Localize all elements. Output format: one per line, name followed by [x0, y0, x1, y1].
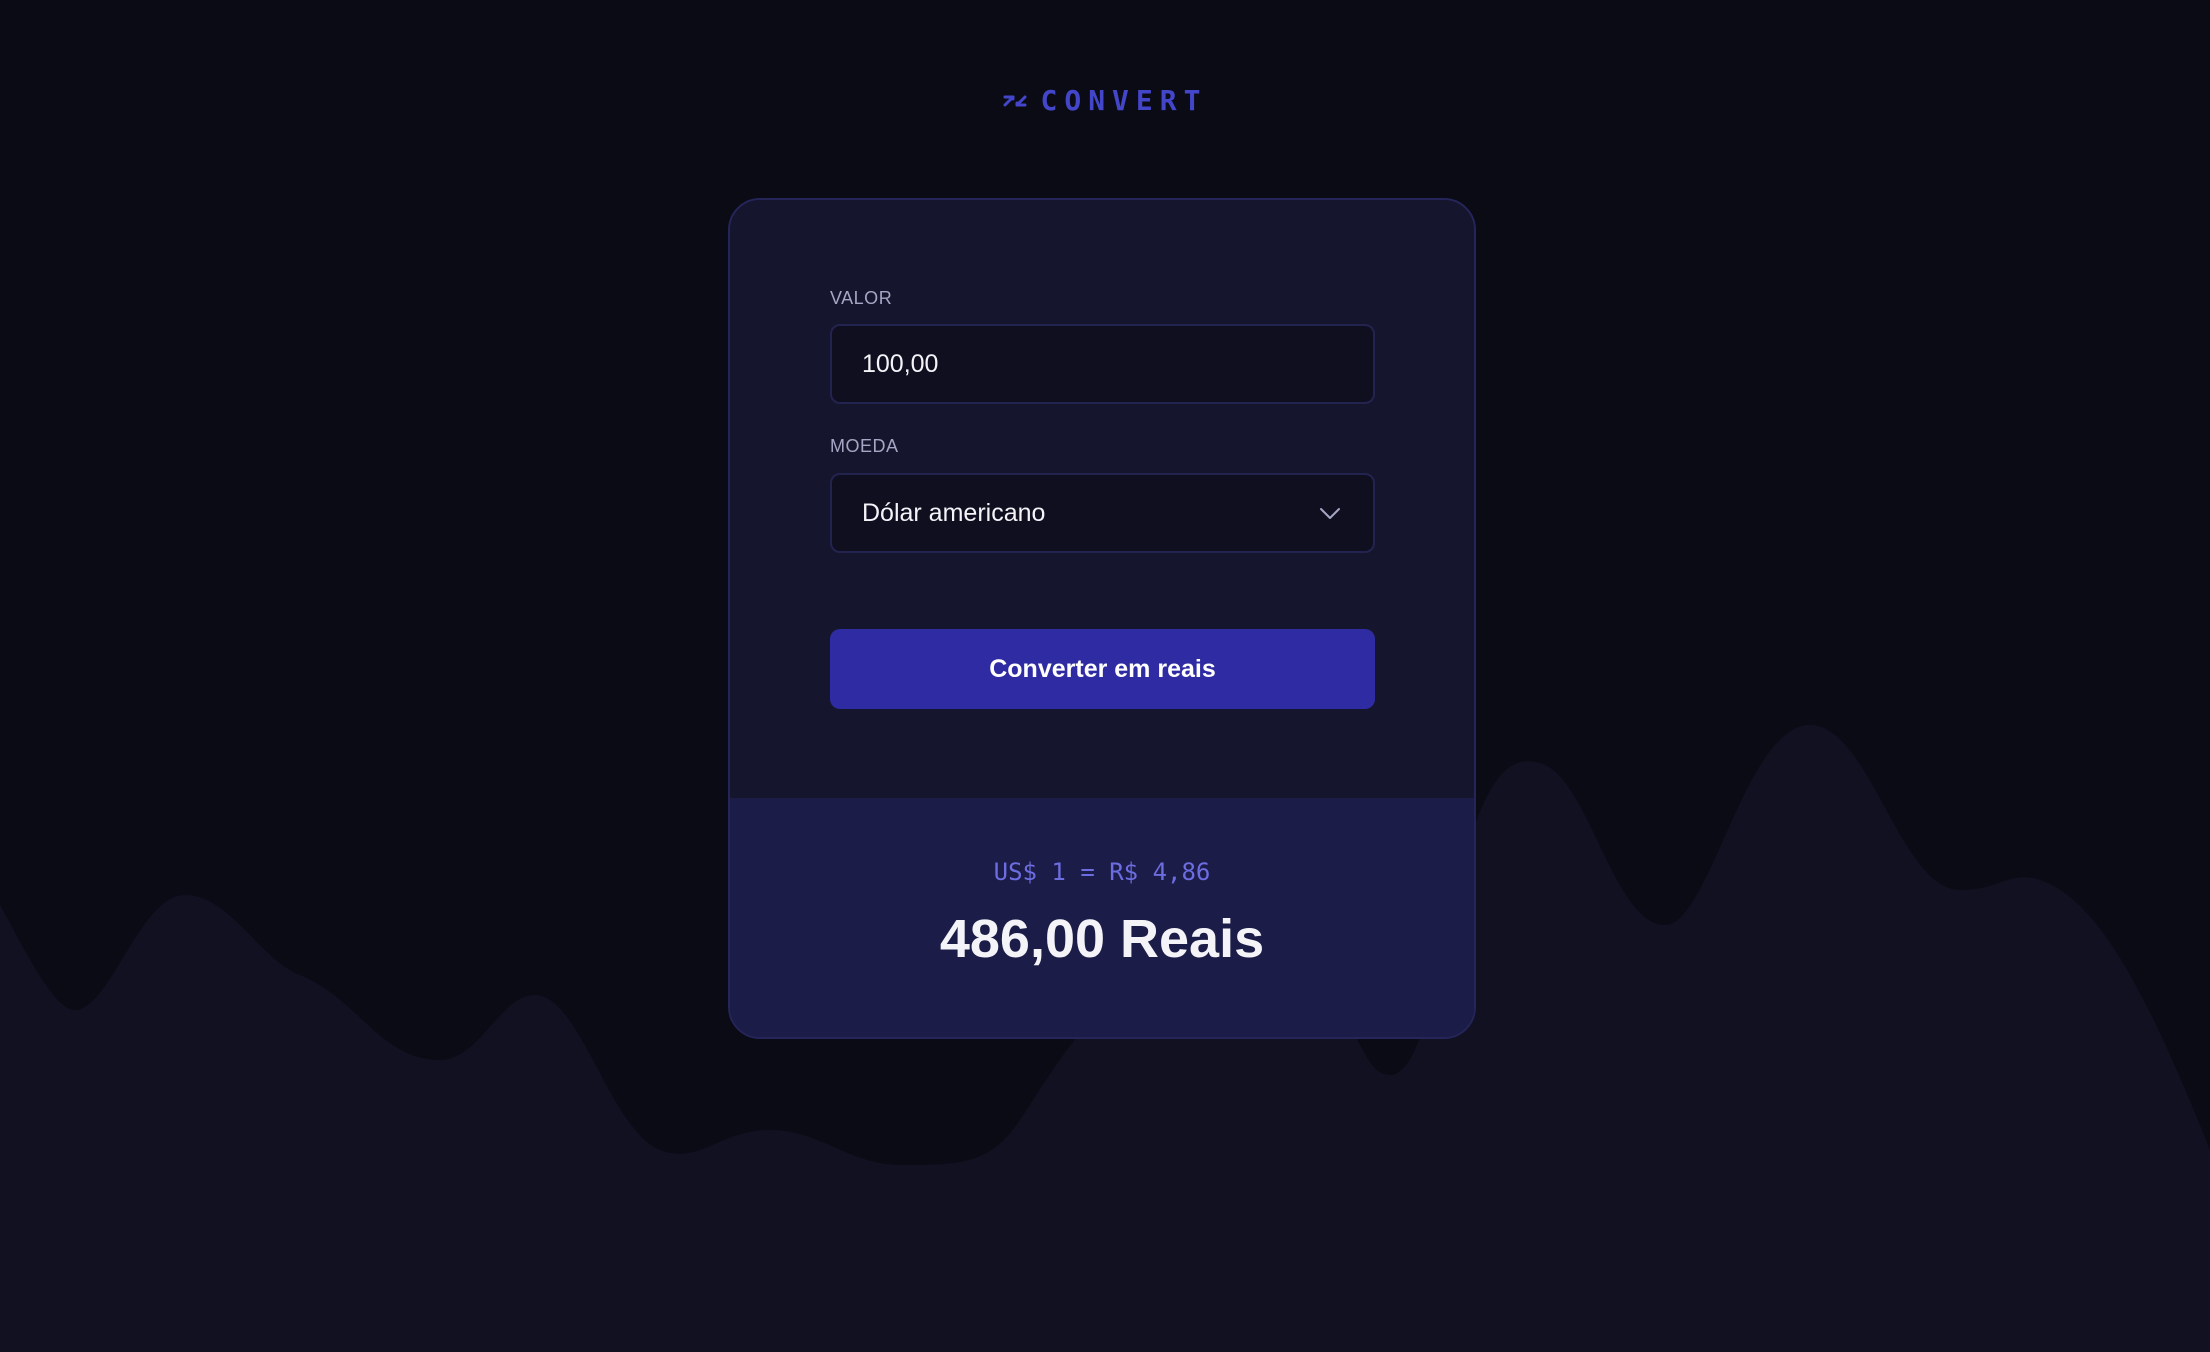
convert-button[interactable]: Converter em reais: [830, 629, 1375, 709]
currency-select[interactable]: Dólar americano: [830, 473, 1375, 553]
converter-form: VALOR MOEDA Dólar americano Converter em…: [730, 200, 1474, 798]
result-panel: US$ 1 = R$ 4,86 486,00 Reais: [730, 798, 1474, 1037]
logo-text: CONVERT: [1040, 84, 1208, 117]
currency-selected-value: Dólar americano: [862, 498, 1046, 527]
amount-label: VALOR: [830, 288, 893, 308]
amount-field[interactable]: [830, 324, 1375, 404]
converter-card: VALOR MOEDA Dólar americano Converter em…: [728, 198, 1476, 1039]
app-logo: CONVERT: [0, 84, 2210, 117]
conversion-result: 486,00 Reais: [939, 909, 1265, 969]
amount-input[interactable]: [862, 349, 1343, 379]
exchange-rate: US$ 1 = R$ 4,86: [993, 858, 1211, 886]
exchange-arrows-icon: [1003, 95, 1027, 106]
chevron-down-icon: [1320, 508, 1340, 519]
currency-label: MOEDA: [830, 436, 899, 456]
